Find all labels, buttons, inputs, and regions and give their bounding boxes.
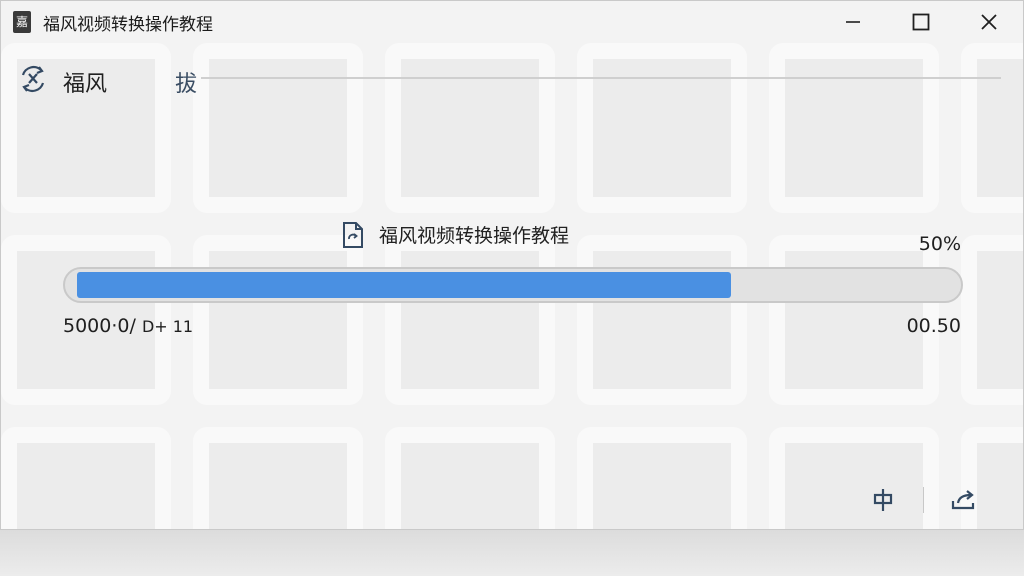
app-icon: 嘉 — [13, 11, 31, 33]
action-bar — [863, 483, 984, 517]
time-remaining: 00.50 — [906, 315, 961, 337]
progress-bar — [63, 267, 963, 303]
file-icon — [343, 221, 363, 248]
transfer-stat-extra: D+ 11 — [141, 317, 194, 336]
pin-icon — [873, 489, 893, 511]
file-info: 福风视频转换操作教程 — [341, 221, 569, 248]
close-icon — [981, 14, 997, 30]
title-bar: 嘉 福风视频转换操作教程 — [1, 1, 1023, 43]
toolbar: 福风 拔 — [1, 53, 1023, 103]
window-title: 福风视频转换操作教程 — [43, 14, 213, 35]
brand-refresh-icon — [21, 66, 45, 92]
toolbar-divider — [201, 77, 1001, 79]
window-shadow-area — [0, 530, 1024, 576]
window-controls — [819, 1, 1023, 43]
share-icon — [951, 490, 975, 510]
close-button[interactable] — [955, 1, 1023, 43]
action-separator — [923, 487, 924, 513]
brand-name: 福风 — [63, 72, 108, 97]
pin-button[interactable] — [863, 483, 903, 517]
progress-percent: 50% — [918, 233, 961, 255]
minimize-button[interactable] — [819, 1, 887, 43]
maximize-button[interactable] — [887, 1, 955, 43]
minimize-icon — [846, 21, 860, 23]
progress-fill — [77, 272, 731, 298]
app-window: 嘉 福风视频转换操作教程 福风 拔 福风视频转换操作教程 50% 5000·0/… — [0, 0, 1024, 530]
transfer-stat-main: 5000·0/ — [63, 315, 142, 337]
tab-label[interactable]: 拔 — [175, 66, 197, 98]
file-name: 福风视频转换操作教程 — [379, 225, 570, 247]
maximize-icon — [912, 13, 930, 31]
transfer-stat: 5000·0/ D+ 11 — [63, 315, 193, 337]
share-button[interactable] — [944, 483, 984, 517]
